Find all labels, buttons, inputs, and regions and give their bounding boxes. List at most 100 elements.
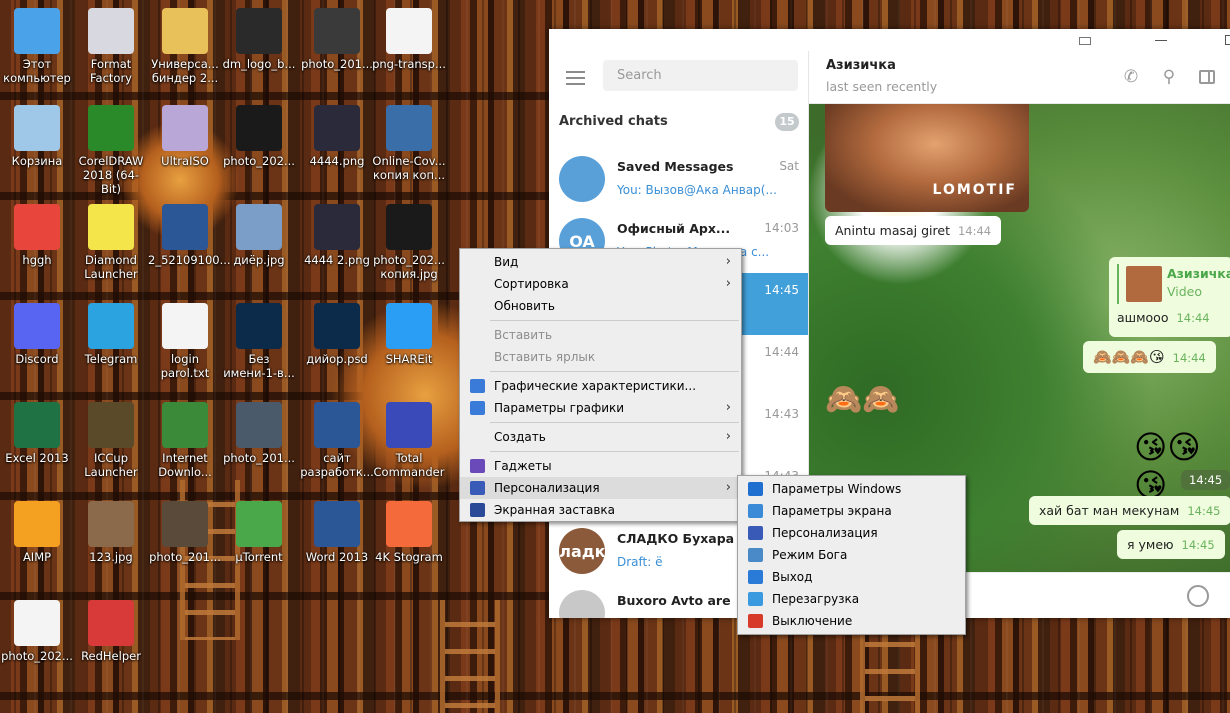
- video-message[interactable]: LOMOTIF: [825, 104, 1029, 212]
- message-outgoing[interactable]: хай бат ман мекунам 14:45: [1029, 496, 1230, 525]
- archived-chats-label[interactable]: Archived chats: [559, 114, 668, 129]
- desktop-icon[interactable]: Diamond Launcher: [74, 204, 148, 281]
- coreldraw-icon: [88, 105, 134, 151]
- reply-type: Video: [1167, 284, 1203, 299]
- chat-status: last seen recently: [826, 79, 938, 94]
- chat-last-message: You: Вызов@Ака Анвар(...: [617, 183, 777, 197]
- iccup-icon: [88, 402, 134, 448]
- submenu-item[interactable]: Режим Бога: [738, 544, 965, 566]
- photo-icon: [236, 402, 282, 448]
- chat-list-item[interactable]: Saved Messages Sat You: Вызов@Ака Анвар(..…: [549, 149, 808, 211]
- image-icon: [236, 204, 282, 250]
- desktop-icon[interactable]: png-transp...: [372, 8, 446, 71]
- message-outgoing-reply[interactable]: Азизичка Video ашмооо 14:44: [1109, 257, 1230, 337]
- desktop-icon[interactable]: RedHelper: [74, 600, 148, 663]
- desktop-icon[interactable]: Excel 2013: [0, 402, 74, 465]
- desktop-icon[interactable]: Format Factory: [74, 8, 148, 85]
- desktop-icon[interactable]: photo_202...: [0, 600, 74, 663]
- desktop-icon[interactable]: ICCup Launcher: [74, 402, 148, 479]
- floppy-icon: [386, 402, 432, 448]
- desktop-icon[interactable]: Универса... биндер 2...: [148, 8, 222, 85]
- emoji-icon[interactable]: [1187, 585, 1209, 607]
- desktop-icon[interactable]: Total Commander: [372, 402, 446, 479]
- message-text: я умею: [1127, 537, 1174, 552]
- desktop-icon[interactable]: диёр.jpg: [222, 204, 296, 267]
- context-menu-item[interactable]: Создать ›: [460, 426, 741, 448]
- photo-icon: [162, 501, 208, 547]
- context-menu-item[interactable]: Сортировка ›: [460, 273, 741, 295]
- context-menu-item[interactable]: Экранная заставка: [460, 499, 741, 521]
- desktop-icon-label: Online-Cov... копия коп...: [372, 154, 446, 182]
- submenu-item[interactable]: Выключение: [738, 610, 965, 632]
- desktop-icon[interactable]: 4444.png: [300, 105, 374, 168]
- desktop-icon[interactable]: photo_201...: [300, 8, 374, 71]
- desktop-icon[interactable]: photo_201...: [222, 402, 296, 465]
- desktop-icon-label: Discord: [15, 352, 59, 366]
- message-time: 14:44: [1176, 311, 1210, 325]
- desktop-icon[interactable]: SHAREit: [372, 303, 446, 366]
- desktop-icon[interactable]: Без имени-1-в...: [222, 303, 296, 380]
- desktop-icon[interactable]: 2_52109100...: [148, 204, 231, 267]
- sticker-message[interactable]: 🙈🙈: [825, 382, 900, 417]
- desktop-icon[interactable]: AIMP: [0, 501, 74, 564]
- desktop-icon[interactable]: 123.jpg: [74, 501, 148, 564]
- message-outgoing[interactable]: 🙈🙈🙈😘 14:44: [1083, 341, 1216, 373]
- submenu-item[interactable]: Параметры экрана: [738, 500, 965, 522]
- desktop-icon[interactable]: дийор.psd: [300, 303, 374, 366]
- search-input[interactable]: Search: [603, 60, 798, 91]
- desktop-icon-label: дийор.psd: [306, 352, 368, 366]
- desktop-icon[interactable]: 4444 2.png: [300, 204, 374, 267]
- desktop-icon[interactable]: 4K Stogram: [372, 501, 446, 564]
- desktop-icon[interactable]: UltraISO: [148, 105, 222, 168]
- desktop-icon[interactable]: сайт разработк...: [300, 402, 374, 479]
- chat-name: Saved Messages: [617, 159, 734, 174]
- submenu-arrow-icon: ›: [725, 254, 731, 269]
- desktop-icon[interactable]: Этот компьютер: [0, 8, 74, 85]
- submenu-item[interactable]: Параметры Windows: [738, 478, 965, 500]
- phone-icon[interactable]: ✆: [1121, 67, 1141, 87]
- context-menu-item[interactable]: Персонализация ›: [460, 477, 741, 499]
- maximize-icon[interactable]: [1225, 35, 1230, 45]
- minimize-icon[interactable]: [1155, 40, 1167, 41]
- context-menu-item[interactable]: Параметры графики ›: [460, 397, 741, 419]
- desktop-icon[interactable]: photo_202...: [222, 105, 296, 168]
- desktop-icon[interactable]: dm_logo_b...: [222, 8, 296, 71]
- submenu-item[interactable]: Перезагрузка: [738, 588, 965, 610]
- context-menu-item[interactable]: Вставить ярлык: [460, 346, 741, 368]
- context-menu-item[interactable]: Гаджеты: [460, 455, 741, 477]
- context-menu-item[interactable]: Вставить: [460, 324, 741, 346]
- menu-item-label: Обновить: [494, 299, 555, 313]
- sidebar-toggle-icon[interactable]: [1197, 67, 1217, 87]
- box-city-icon: [386, 204, 432, 250]
- submenu-arrow-icon: ›: [725, 480, 731, 495]
- telegram-titlebar: [549, 29, 1230, 51]
- context-menu-item[interactable]: Вид ›: [460, 251, 741, 273]
- submenu-item[interactable]: Выход: [738, 566, 965, 588]
- desktop-icon[interactable]: photo_201...: [148, 501, 222, 564]
- desktop-icon[interactable]: Корзина: [0, 105, 74, 168]
- tray-icon[interactable]: [1079, 37, 1091, 45]
- desktop-icon[interactable]: Telegram: [74, 303, 148, 366]
- desktop-icon[interactable]: login parol.txt: [148, 303, 222, 380]
- submenu-item[interactable]: Персонализация: [738, 522, 965, 544]
- context-menu-item[interactable]: Графические характеристики...: [460, 375, 741, 397]
- search-icon[interactable]: ⚲: [1159, 67, 1179, 87]
- sticker-message[interactable]: 😘😘😘: [1134, 428, 1230, 504]
- reply-preview[interactable]: Азизичка Video: [1117, 264, 1230, 304]
- shareit-icon: [386, 303, 432, 349]
- hamburger-menu-icon[interactable]: [566, 71, 585, 85]
- chat-title[interactable]: Азизичка: [826, 58, 896, 73]
- message-outgoing[interactable]: я умею 14:45: [1117, 530, 1225, 559]
- chat-time: 14:43: [764, 407, 799, 421]
- desktop-icon[interactable]: photo_202... копия.jpg: [372, 204, 446, 281]
- desktop-icon[interactable]: Online-Cov... копия коп...: [372, 105, 446, 182]
- desktop-icon[interactable]: µTorrent: [222, 501, 296, 564]
- desktop-icon[interactable]: Word 2013: [300, 501, 374, 564]
- desktop-icon[interactable]: hggh: [0, 204, 74, 267]
- message-incoming[interactable]: Anintu masaj giret 14:44: [825, 216, 1002, 245]
- desktop-icon[interactable]: Internet Downlo...: [148, 402, 222, 479]
- desktop-icon[interactable]: Discord: [0, 303, 74, 366]
- desktop-icon[interactable]: CorelDRAW 2018 (64-Bit): [74, 105, 148, 196]
- context-menu-item[interactable]: Обновить: [460, 295, 741, 317]
- submenu-item-label: Режим Бога: [772, 548, 848, 562]
